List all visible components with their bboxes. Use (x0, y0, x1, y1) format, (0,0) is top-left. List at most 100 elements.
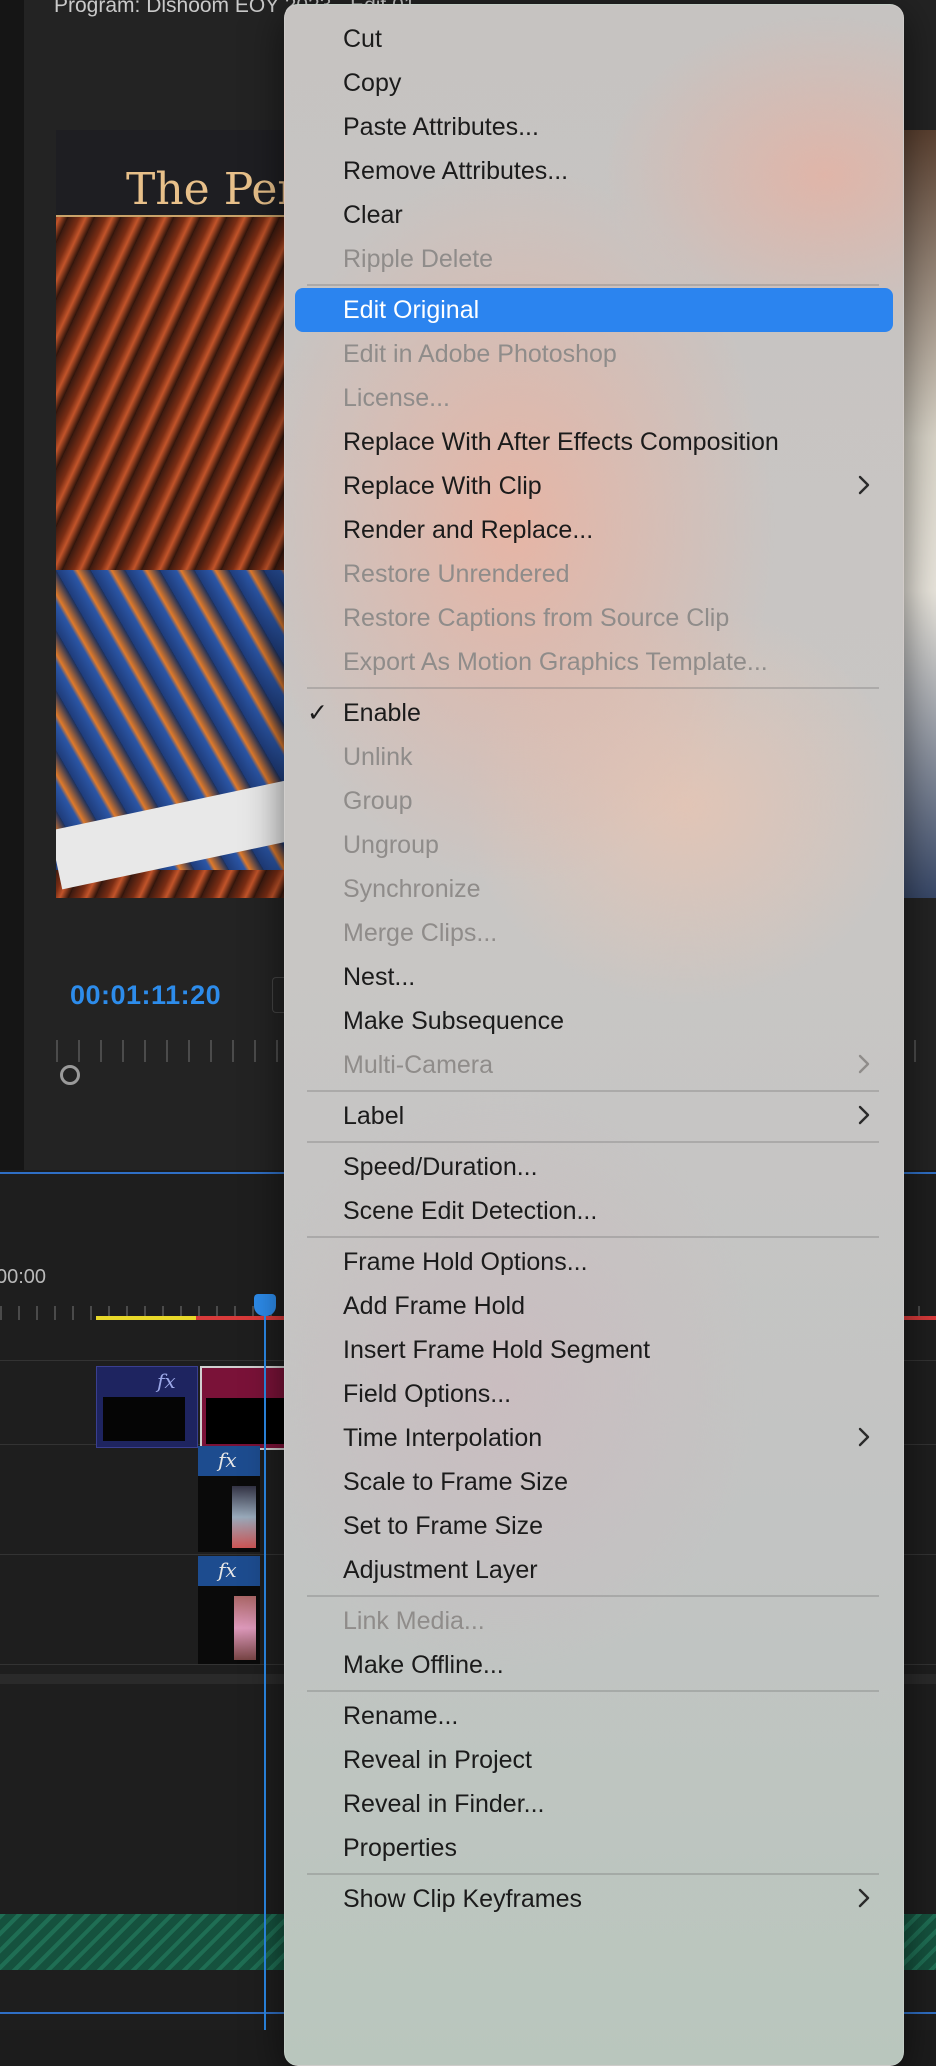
menu-item-label: Export As Motion Graphics Template... (343, 647, 768, 676)
menu-item-label: Nest... (343, 962, 416, 991)
menu-item-frame-hold-options[interactable]: Frame Hold Options... (295, 1240, 893, 1284)
clip-thumbnail (232, 1486, 256, 1548)
menu-item-label: Replace With Clip (343, 471, 542, 500)
menu-item-replace-with-after-effects-composition[interactable]: Replace With After Effects Composition (295, 420, 893, 464)
menu-item-label: Group (343, 786, 413, 815)
timeline-clip-selected[interactable] (200, 1366, 294, 1450)
menu-item-speed-duration[interactable]: Speed/Duration... (295, 1145, 893, 1189)
menu-item-link-media: Link Media... (295, 1599, 893, 1643)
menu-item-clear[interactable]: Clear (295, 193, 893, 237)
chevron-right-icon (858, 1054, 870, 1074)
menu-item-time-interpolation[interactable]: Time Interpolation (295, 1416, 893, 1460)
menu-item-reveal-in-finder[interactable]: Reveal in Finder... (295, 1782, 893, 1826)
menu-separator (307, 284, 879, 286)
chevron-right-icon (858, 1888, 870, 1908)
menu-item-insert-frame-hold-segment[interactable]: Insert Frame Hold Segment (295, 1328, 893, 1372)
menu-item-label: Ungroup (343, 830, 439, 859)
menu-item-label: Scene Edit Detection... (343, 1196, 598, 1225)
chevron-right-icon (858, 1427, 870, 1447)
menu-item-set-to-frame-size[interactable]: Set to Frame Size (295, 1504, 893, 1548)
clip-thumbnail (234, 1596, 256, 1660)
menu-item-unlink: Unlink (295, 735, 893, 779)
menu-item-rename[interactable]: Rename... (295, 1694, 893, 1738)
clip-context-menu: Cut Copy Paste Attributes... Remove Attribu… (284, 4, 904, 2066)
menu-item-render-and-replace[interactable]: Render and Replace... (295, 508, 893, 552)
fx-badge: fx (218, 1558, 237, 1582)
menu-item-edit-in-adobe-photoshop: Edit in Adobe Photoshop (295, 332, 893, 376)
menu-item-edit-original[interactable]: Edit Original (295, 288, 893, 332)
menu-item-label: Make Offline... (343, 1650, 504, 1679)
timeline-start-time: 00:00 (0, 1266, 47, 1288)
menu-item-remove-attributes[interactable]: Remove Attributes... (295, 149, 893, 193)
checkmark-icon: ✓ (307, 699, 328, 727)
menu-item-label: Frame Hold Options... (343, 1247, 588, 1276)
menu-item-label: Label (343, 1101, 405, 1130)
menu-separator (307, 1141, 879, 1143)
menu-separator (307, 1690, 879, 1692)
timeline-clip[interactable]: fx (198, 1556, 260, 1664)
menu-item-label: Restore Unrendered (343, 559, 570, 588)
clip-thumbnail (206, 1398, 290, 1444)
chevron-right-icon (858, 475, 870, 495)
menu-item-label: Unlink (343, 742, 413, 771)
menu-item-multi-camera: Multi-Camera (295, 1043, 893, 1087)
menu-item-paste-attributes[interactable]: Paste Attributes... (295, 105, 893, 149)
menu-item-restore-unrendered: Restore Unrendered (295, 552, 893, 596)
menu-item-label: Merge Clips... (343, 918, 498, 947)
menu-item-scale-to-frame-size[interactable]: Scale to Frame Size (295, 1460, 893, 1504)
menu-item-export-as-motion-graphics-template: Export As Motion Graphics Template... (295, 640, 893, 684)
menu-item-enable[interactable]: ✓ Enable (295, 691, 893, 735)
menu-item-label: Copy (343, 68, 402, 97)
menu-item-label: Field Options... (343, 1379, 512, 1408)
menu-separator (307, 1236, 879, 1238)
render-bar-yellow (96, 1316, 196, 1320)
menu-item-replace-with-clip[interactable]: Replace With Clip (295, 464, 893, 508)
timeline-playhead-handle[interactable] (254, 1294, 276, 1316)
viewer-right-edge-image (902, 130, 936, 898)
menu-item-label: Replace With After Effects Composition (343, 427, 779, 456)
menu-item-label: Edit Original (343, 295, 480, 324)
menu-item-label: Make Subsequence (343, 1006, 564, 1035)
menu-item-label[interactable]: Label (295, 1094, 893, 1138)
menu-item-copy[interactable]: Copy (295, 61, 893, 105)
menu-item-make-subsequence[interactable]: Make Subsequence (295, 999, 893, 1043)
menu-item-label: Multi-Camera (343, 1050, 494, 1079)
menu-separator (307, 1090, 879, 1092)
menu-separator (307, 687, 879, 689)
menu-item-label: Render and Replace... (343, 515, 594, 544)
menu-item-label: Clear (343, 200, 403, 229)
menu-item-show-clip-keyframes[interactable]: Show Clip Keyframes (295, 1877, 893, 1921)
menu-item-adjustment-layer[interactable]: Adjustment Layer (295, 1548, 893, 1592)
menu-item-label: Time Interpolation (343, 1423, 543, 1452)
menu-item-label: Reveal in Finder... (343, 1789, 545, 1818)
menu-item-ripple-delete: Ripple Delete (295, 237, 893, 281)
menu-item-scene-edit-detection[interactable]: Scene Edit Detection... (295, 1189, 893, 1233)
menu-item-label: Restore Captions from Source Clip (343, 603, 730, 632)
left-panel-edge (0, 0, 24, 1170)
menu-item-label: Link Media... (343, 1606, 485, 1635)
menu-item-label: Adjustment Layer (343, 1555, 538, 1584)
menu-item-add-frame-hold[interactable]: Add Frame Hold (295, 1284, 893, 1328)
menu-item-cut[interactable]: Cut (295, 17, 893, 61)
menu-item-label: Properties (343, 1833, 457, 1862)
menu-item-field-options[interactable]: Field Options... (295, 1372, 893, 1416)
menu-item-make-offline[interactable]: Make Offline... (295, 1643, 893, 1687)
menu-item-label: Insert Frame Hold Segment (343, 1335, 651, 1364)
menu-item-label: License... (343, 383, 451, 412)
menu-item-label: Enable (343, 698, 421, 727)
menu-item-label: Cut (343, 24, 382, 53)
chevron-right-icon (858, 1105, 870, 1125)
menu-item-restore-captions-from-source-clip: Restore Captions from Source Clip (295, 596, 893, 640)
menu-item-ungroup: Ungroup (295, 823, 893, 867)
menu-item-reveal-in-project[interactable]: Reveal in Project (295, 1738, 893, 1782)
timeline-playhead-line[interactable] (264, 1294, 266, 2030)
menu-item-label: Paste Attributes... (343, 112, 539, 141)
timeline-clip[interactable]: fx (198, 1446, 260, 1552)
menu-item-properties[interactable]: Properties (295, 1826, 893, 1870)
menu-item-label: Synchronize (343, 874, 481, 903)
menu-separator (307, 1595, 879, 1597)
program-playhead-handle[interactable] (60, 1065, 80, 1085)
playhead-timecode[interactable]: 00:01:11:20 (70, 980, 221, 1011)
timeline-clip[interactable]: fx (96, 1366, 198, 1448)
menu-item-nest[interactable]: Nest... (295, 955, 893, 999)
